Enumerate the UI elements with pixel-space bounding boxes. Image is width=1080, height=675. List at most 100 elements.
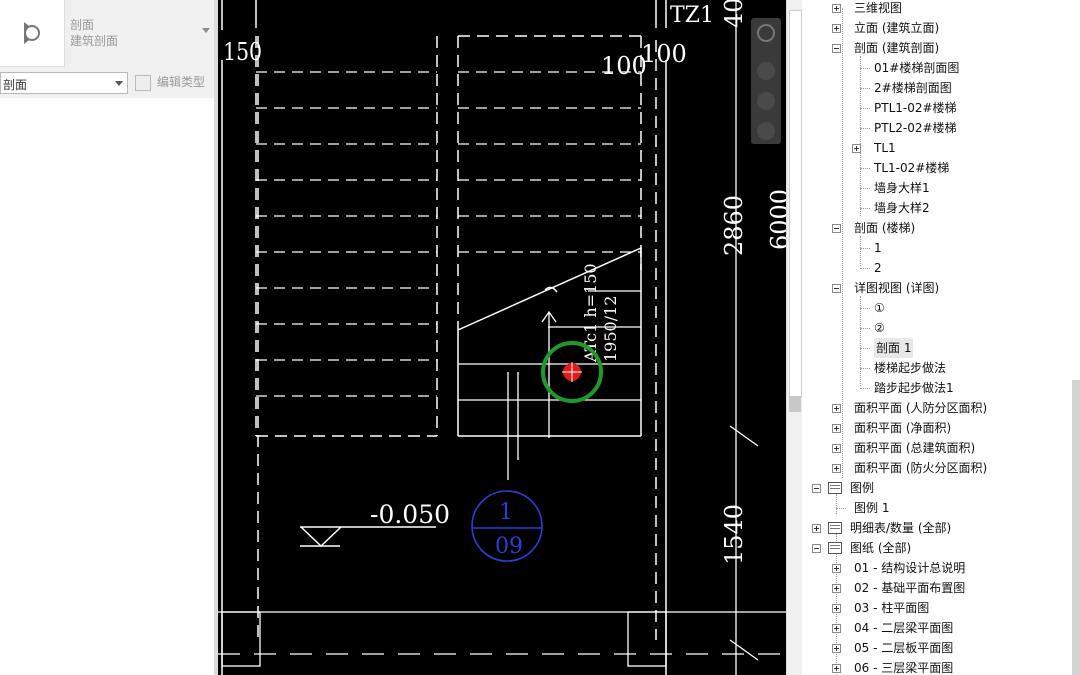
elevation-marker [300, 526, 436, 548]
pan-icon[interactable] [757, 92, 775, 110]
tree-item[interactable]: 03 - 柱平面图 [854, 598, 929, 618]
dim-100a-label: 100 [601, 52, 647, 80]
stair-note-line2: 1950/12 [601, 296, 620, 362]
dim-2860-label: 2860 [720, 195, 748, 256]
tree-item[interactable]: 图纸 (全部) [850, 538, 911, 558]
expand-icon[interactable] [832, 584, 841, 593]
tree-item[interactable]: 三维视图 [854, 0, 902, 18]
drawing-canvas[interactable]: 150 TZ1 100 100 40 2860 6000 1540 ATc1 h… [218, 0, 786, 675]
expand-icon[interactable] [832, 404, 841, 413]
tree-item[interactable]: 剖面 (楼梯) [854, 218, 915, 238]
zoom-icon[interactable] [757, 62, 775, 80]
tree-item[interactable]: 04 - 二层梁平面图 [854, 618, 953, 638]
tree-guide-line [860, 328, 870, 329]
tree-item[interactable]: 1 [874, 238, 882, 258]
expand-icon[interactable] [832, 464, 841, 473]
expand-icon[interactable] [832, 444, 841, 453]
section-type-thumbnail[interactable] [0, 0, 65, 67]
expand-icon[interactable] [832, 4, 841, 13]
canvas-vertical-scrollbar[interactable] [786, 0, 802, 675]
tree-guide-line [860, 108, 870, 109]
expand-icon[interactable] [832, 604, 841, 613]
dim-40-label: 40 [720, 0, 748, 28]
type-name-label: 建筑剖面 [70, 34, 119, 48]
stair-treads-left [256, 71, 437, 397]
steering-wheel-icon[interactable] [757, 24, 775, 42]
project-browser: 三维视图 立面 (建筑立面) 剖面 (建筑剖面) 01#楼梯剖面图 2#楼梯剖面图 PTL… [802, 0, 1080, 675]
dim-1540-label: 1540 [720, 504, 748, 565]
tree-guide-line [860, 348, 870, 349]
expand-icon[interactable] [832, 644, 841, 653]
tree-guide-line [860, 128, 870, 129]
dim-100b-label: 100 [641, 40, 687, 68]
tree-guide-line [860, 56, 861, 216]
tree-item[interactable]: TL1 [874, 138, 896, 158]
expand-icon[interactable] [812, 524, 821, 533]
properties-panel: 剖面 建筑剖面 剖面 编辑类型 [0, 0, 216, 675]
tree-item[interactable]: 剖面 (建筑剖面) [854, 38, 939, 58]
tree-item[interactable]: 06 - 三层梁平面图 [854, 658, 953, 675]
tree-item[interactable]: 面积平面 (净面积) [854, 418, 951, 438]
tree-item-selected[interactable]: 剖面 1 [874, 338, 914, 358]
type-dropdown-arrow-icon[interactable] [202, 28, 210, 33]
tree-item[interactable]: 面积平面 (总建筑面积) [854, 438, 975, 458]
tree-item[interactable]: 01 - 结构设计总说明 [854, 558, 965, 578]
expand-icon[interactable] [832, 624, 841, 633]
expand-icon[interactable] [832, 564, 841, 573]
tree-guide-line [860, 296, 861, 386]
tree-item[interactable]: 踏步起步做法1 [874, 378, 954, 398]
dim-150-label: 150 [223, 38, 262, 66]
tree-guide-line [836, 494, 837, 514]
expand-icon[interactable] [832, 664, 841, 673]
tree-item[interactable]: 02 - 基础平面布置图 [854, 578, 965, 598]
tree-item[interactable]: 05 - 二层板平面图 [854, 638, 953, 658]
tz1-label: TZ1 [670, 3, 714, 28]
tree-item[interactable]: 图例 1 [854, 498, 889, 518]
scrollbar-thumb[interactable] [789, 10, 802, 397]
section-drawing: 150 TZ1 100 100 40 2860 6000 1540 ATc1 h… [218, 0, 786, 675]
elevation-label: -0.050 [370, 500, 450, 529]
collapse-icon[interactable] [812, 544, 821, 553]
schedule-icon [828, 522, 842, 534]
tree-item[interactable]: 详图视图 (详图) [854, 278, 939, 298]
tree-item[interactable]: PTL2-02#楼梯 [874, 118, 957, 138]
tree-item[interactable]: 墙身大样1 [874, 178, 930, 198]
tree-item[interactable]: 墙身大样2 [874, 198, 930, 218]
tree-guide-line [860, 268, 870, 269]
browser-scrollbar[interactable] [1072, 380, 1080, 675]
collapse-icon[interactable] [832, 44, 841, 53]
tree-guide-line [860, 88, 870, 89]
tree-item[interactable]: 图例 [850, 478, 874, 498]
scrollbar-marker[interactable] [789, 396, 801, 412]
instance-type-select[interactable]: 剖面 [0, 72, 128, 94]
navigation-bar [751, 18, 781, 144]
edit-type-button[interactable]: 编辑类型 [135, 73, 205, 93]
section-number-label: 1 [499, 500, 513, 525]
chevron-down-icon [115, 81, 123, 86]
collapse-icon[interactable] [812, 484, 821, 493]
tree-guide-line [860, 208, 870, 209]
tree-item[interactable]: 01#楼梯剖面图 [874, 58, 959, 78]
collapse-icon[interactable] [832, 284, 841, 293]
tree-item[interactable]: ① [874, 298, 885, 318]
tree-item[interactable]: 明细表/数量 (全部) [850, 518, 951, 538]
sheet-icon [828, 542, 842, 554]
expand-icon[interactable] [852, 144, 861, 153]
tree-item[interactable]: 楼梯起步做法 [874, 358, 946, 378]
expand-icon[interactable] [832, 24, 841, 33]
tree-item[interactable]: TL1-02#楼梯 [874, 158, 949, 178]
nav-options-icon[interactable] [757, 122, 775, 140]
tree-item[interactable]: ② [874, 318, 885, 338]
expand-icon[interactable] [832, 424, 841, 433]
dim-6000-label: 6000 [766, 189, 786, 250]
instance-type-value: 剖面 [3, 78, 28, 92]
tree-item[interactable]: 2#楼梯剖面图 [874, 78, 952, 98]
edit-type-icon [135, 74, 151, 91]
tree-item[interactable]: 2 [874, 258, 882, 278]
tree-item[interactable]: 立面 (建筑立面) [854, 18, 939, 38]
type-family-label: 剖面 [70, 18, 95, 32]
tree-item[interactable]: 面积平面 (人防分区面积) [854, 398, 987, 418]
collapse-icon[interactable] [832, 224, 841, 233]
tree-item[interactable]: PTL1-02#楼梯 [874, 98, 957, 118]
tree-item[interactable]: 面积平面 (防火分区面积) [854, 458, 987, 478]
